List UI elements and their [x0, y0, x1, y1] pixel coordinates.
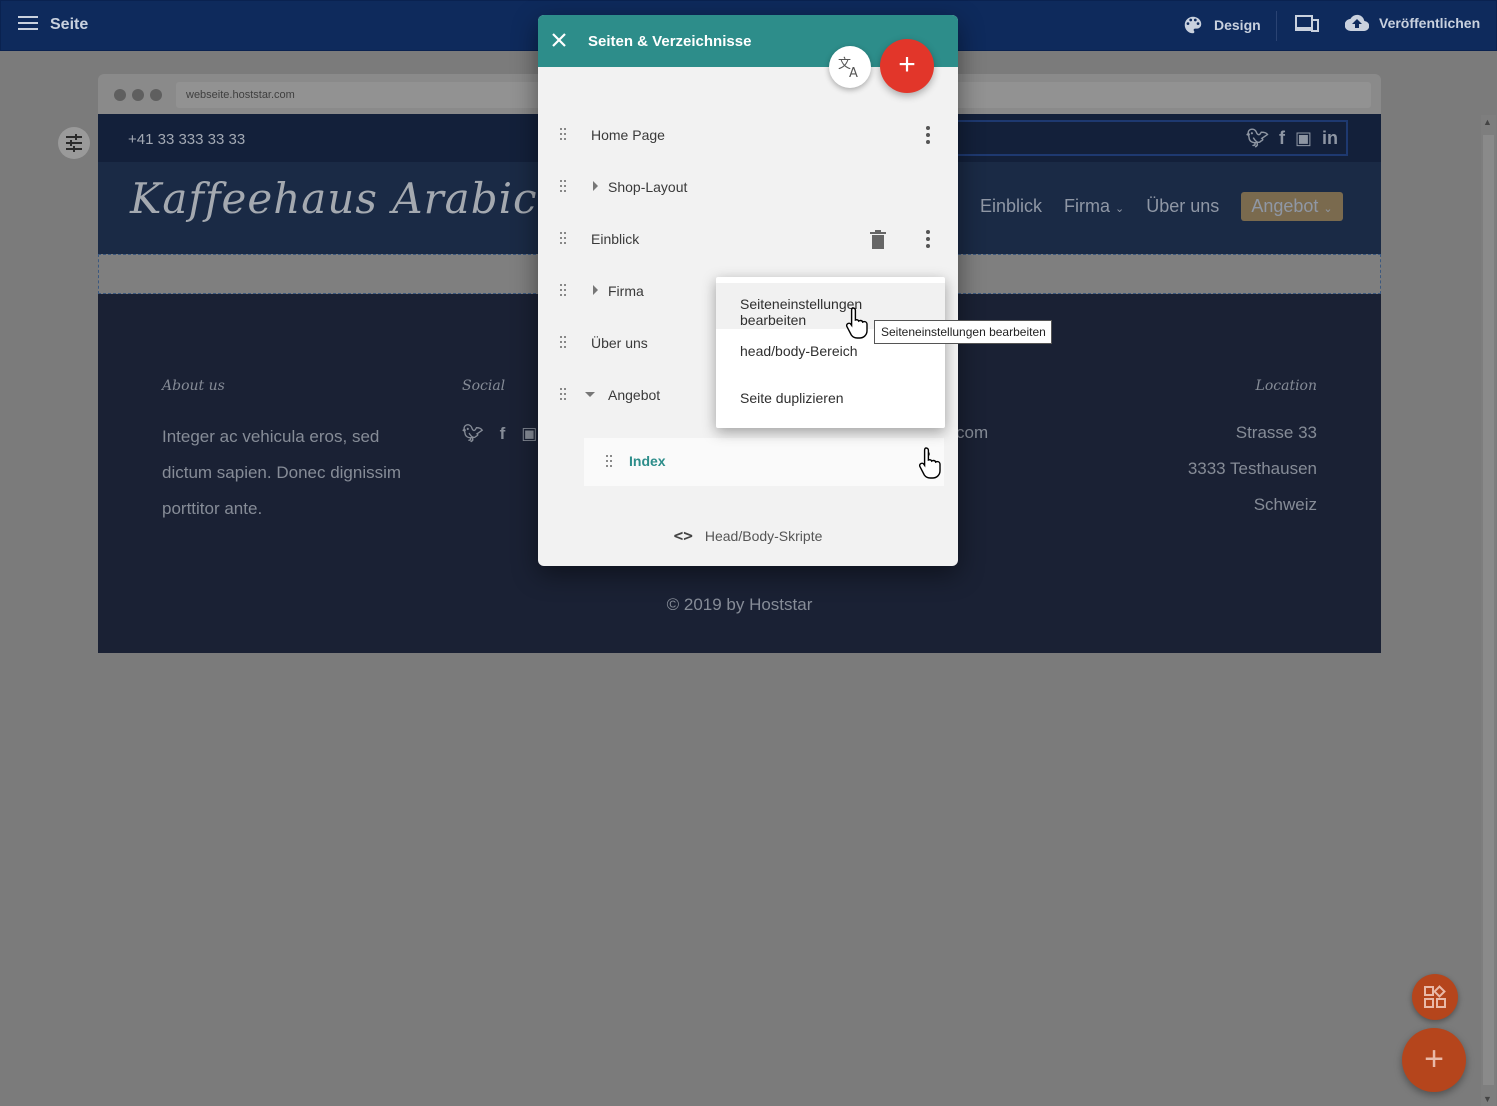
expand-caret-icon[interactable]	[593, 181, 598, 191]
add-section-button[interactable]: +	[1402, 1028, 1466, 1092]
subpage-label[interactable]: Index	[629, 453, 666, 469]
site-phone: +41 33 333 33 33	[128, 131, 246, 148]
scripts-label: Head/Body-Skripte	[704, 528, 823, 544]
cloud-upload-icon	[1345, 14, 1369, 32]
location-line: Strasse 33	[1235, 423, 1317, 442]
page-label[interactable]: Angebot	[608, 387, 660, 403]
twitter-icon[interactable]: 🐦︎	[462, 424, 484, 444]
hamburger-menu-icon[interactable]	[18, 16, 38, 34]
app-title: Seite	[50, 16, 89, 33]
svg-text:A: A	[849, 66, 858, 79]
more-vert-icon[interactable]	[926, 126, 930, 144]
head-body-scripts-link[interactable]: <> Head/Body-Skripte	[538, 526, 958, 545]
about-line: Integer ac vehicula eros, sed	[162, 427, 380, 446]
translate-button[interactable]: 文A	[829, 46, 871, 88]
drag-handle-icon[interactable]	[560, 128, 568, 142]
page-row[interactable]: Einblick	[538, 217, 958, 261]
page-label[interactable]: Firma	[608, 283, 644, 299]
chevron-down-icon: ⌄	[1323, 203, 1333, 215]
window-dot	[114, 89, 126, 101]
expand-caret-icon[interactable]	[593, 285, 598, 295]
drag-handle-icon[interactable]	[560, 180, 568, 194]
nav-item-label: Angebot	[1251, 196, 1319, 216]
about-heading: About us	[162, 378, 225, 394]
chevron-down-icon: ⌄	[1115, 203, 1125, 215]
location-text: Strasse 33 3333 Testhausen Schweiz	[1188, 415, 1317, 523]
facebook-icon[interactable]: f	[500, 424, 506, 444]
page-label[interactable]: Home Page	[591, 127, 665, 143]
drag-handle-icon[interactable]	[560, 336, 568, 350]
page-label[interactable]: Über uns	[591, 335, 648, 351]
instagram-icon[interactable]: ▣	[521, 424, 537, 444]
dialog-title: Seiten & Verzeichnisse	[588, 33, 752, 50]
device-preview-button[interactable]	[1295, 14, 1319, 34]
add-page-button[interactable]: +	[880, 39, 934, 93]
site-nav: Einblick Firma ⌄ Über uns Angebot ⌄	[980, 192, 1343, 221]
add-element-button[interactable]	[1412, 974, 1458, 1020]
social-section-selected[interactable]: 🐦︎ f ▣ in	[956, 120, 1348, 156]
publish-button[interactable]: Veröffentlichen	[1345, 14, 1480, 32]
drag-handle-icon[interactable]	[560, 232, 568, 246]
page-label[interactable]: Einblick	[591, 231, 639, 247]
scrollbar-thumb[interactable]	[1483, 135, 1494, 1085]
location-line: 3333 Testhausen	[1187, 459, 1317, 478]
copyright: © 2019 by Hoststar	[666, 595, 813, 614]
location-line: Schweiz	[1253, 495, 1317, 514]
translate-icon: 文A	[838, 57, 858, 79]
close-icon[interactable]	[551, 32, 567, 48]
page-row[interactable]: Home Page	[538, 113, 958, 157]
about-line: dictum sapien. Donec dignissim	[162, 463, 402, 482]
linkedin-icon[interactable]: in	[1322, 128, 1338, 149]
drag-handle-icon[interactable]	[560, 284, 568, 298]
scroll-up-icon[interactable]: ▲	[1483, 117, 1493, 127]
window-dot	[132, 89, 144, 101]
hand-cursor-icon	[918, 447, 941, 479]
more-vert-icon[interactable]	[926, 230, 930, 248]
devices-icon	[1295, 15, 1319, 32]
page-row[interactable]: Shop-Layout	[538, 165, 958, 209]
subpage-row-selected[interactable]: Index	[584, 438, 944, 486]
site-social-icons: 🐦︎ f ▣ in	[1246, 128, 1338, 149]
code-icon: <>	[673, 526, 693, 545]
site-logo[interactable]: Kaffeehaus Arabica	[130, 174, 564, 223]
trash-icon[interactable]	[870, 230, 886, 250]
footer-social-icons: 🐦︎ f ▣	[462, 424, 537, 444]
nav-item-ueber-uns[interactable]: Über uns	[1146, 196, 1219, 217]
tooltip: Seiteneinstellungen bearbeiten	[874, 320, 1052, 344]
vertical-scrollbar[interactable]	[1481, 115, 1496, 1106]
drag-handle-icon[interactable]	[560, 388, 568, 402]
design-label: Design	[1214, 17, 1261, 33]
hand-cursor-icon	[845, 307, 868, 339]
page-label[interactable]: Shop-Layout	[608, 179, 687, 195]
sliders-icon	[66, 134, 82, 152]
toolbar-divider	[1276, 11, 1277, 41]
section-settings-button[interactable]	[58, 127, 90, 159]
collapse-caret-icon[interactable]	[585, 392, 595, 397]
nav-item-einblick[interactable]: Einblick	[980, 196, 1042, 217]
page-context-menu: Seiteneinstellungen bearbeiten head/body…	[716, 277, 945, 428]
email-fragment: com	[956, 423, 989, 442]
scroll-down-icon[interactable]: ▼	[1483, 1094, 1493, 1104]
nav-item-firma[interactable]: Firma ⌄	[1064, 196, 1124, 217]
menu-item-duplicate-page[interactable]: Seite duplizieren	[716, 377, 945, 423]
location-heading: Location	[1255, 378, 1317, 394]
about-line: porttitor ante.	[162, 499, 263, 518]
instagram-icon[interactable]: ▣	[1295, 128, 1312, 149]
social-heading: Social	[462, 378, 506, 394]
facebook-icon[interactable]: f	[1279, 128, 1285, 149]
palette-icon	[1184, 16, 1202, 34]
about-text: Integer ac vehicula eros, sed dictum sap…	[162, 419, 401, 527]
nav-item-label: Firma	[1064, 196, 1111, 216]
drag-handle-icon[interactable]	[606, 455, 614, 469]
nav-item-angebot[interactable]: Angebot ⌄	[1241, 192, 1343, 221]
twitter-icon[interactable]: 🐦︎	[1246, 128, 1269, 149]
window-dot	[150, 89, 162, 101]
design-button[interactable]: Design	[1182, 14, 1261, 36]
publish-label: Veröffentlichen	[1379, 15, 1481, 31]
widgets-icon	[1424, 985, 1446, 1008]
